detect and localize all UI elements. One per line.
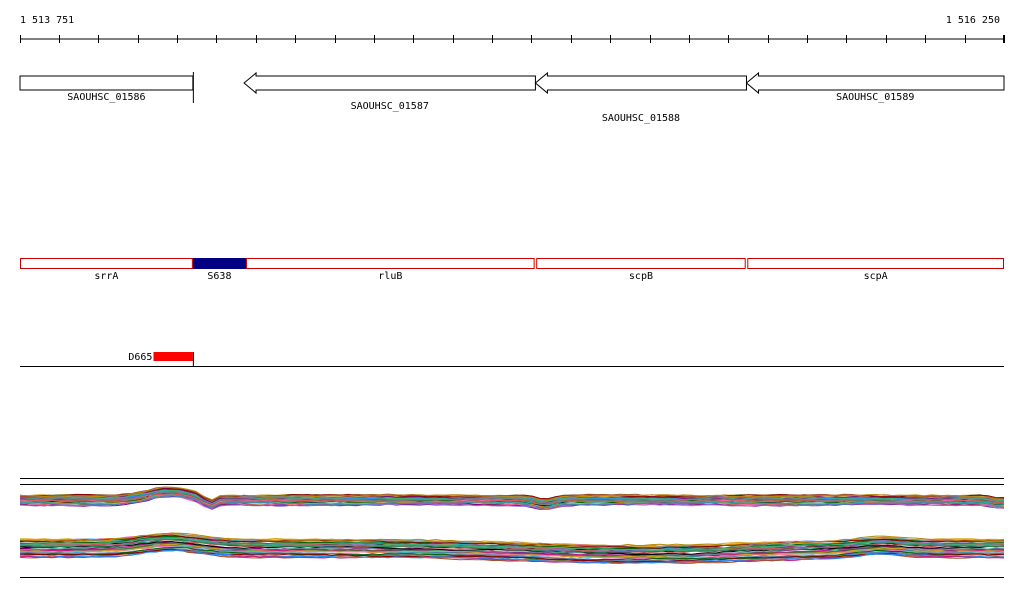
antisense-feature-track: D665: [20, 352, 1004, 367]
ruler-start-label: 1 513 751: [20, 15, 74, 26]
gene-label: SAOUHSC_01589: [836, 92, 914, 103]
genome-browser-view: 1 513 751 1 516 250 SAOUHSC_01586 SAOUHSC…: [0, 0, 1024, 611]
feature-label: scpB: [629, 271, 653, 282]
srna-feature-block[interactable]: [192, 258, 247, 269]
transcript-feature-track: srrA S638 rluB scpB scpA: [20, 258, 1004, 282]
antisense-feature-label: D665: [128, 352, 152, 363]
ruler-end-label: 1 516 250: [946, 15, 1000, 26]
feature-label: rluB: [378, 271, 402, 282]
feature-label: srrA: [94, 271, 118, 282]
gene-label: SAOUHSC_01586: [67, 92, 145, 103]
transcript-feature-box[interactable]: [536, 258, 746, 269]
gene-label: SAOUHSC_01588: [602, 113, 680, 124]
gene-arrow[interactable]: [745, 71, 1005, 95]
transcript-feature-box[interactable]: [20, 258, 193, 269]
gene-arrow[interactable]: [243, 71, 536, 95]
antisense-feature-block[interactable]: [153, 352, 193, 361]
gene-annotation-track: SAOUHSC_01586 SAOUHSC_01587 SAOUHSC_01588 S…: [19, 71, 1005, 124]
feature-label: S638: [207, 271, 231, 282]
transcript-feature-box[interactable]: [246, 258, 535, 269]
gene-arrow[interactable]: [19, 75, 194, 91]
transcript-feature-box[interactable]: [747, 258, 1004, 269]
gene-label: SAOUHSC_01587: [351, 101, 429, 112]
gene-arrow[interactable]: [534, 71, 747, 95]
genome-track-canvas: 1 513 751 1 516 250 SAOUHSC_01586SAOUHSC…: [19, 15, 1005, 578]
coordinate-ruler: 1 513 751 1 516 250: [20, 15, 1005, 43]
expression-profile-track: [19, 478, 1005, 578]
feature-label: scpA: [864, 271, 888, 282]
